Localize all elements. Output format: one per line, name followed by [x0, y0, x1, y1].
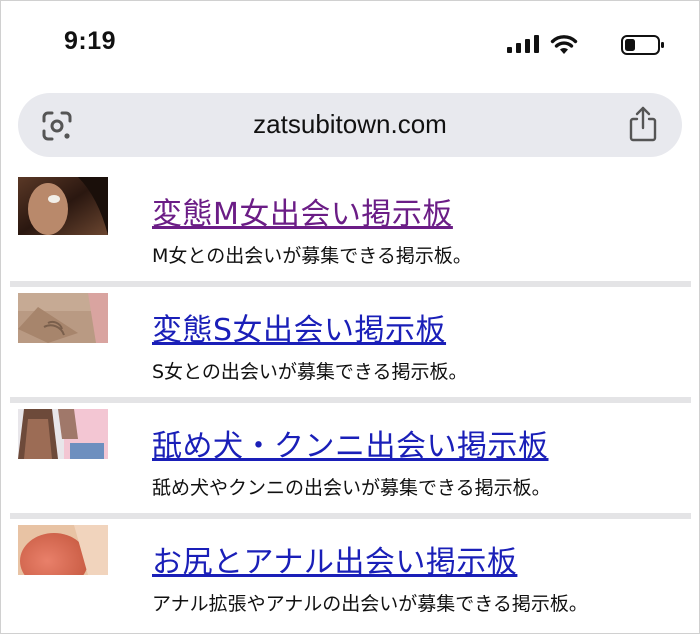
list-item: お尻とアナル出会い掲示板 アナル拡張やアナルの出会いが募集できる掲示板。 [10, 519, 691, 633]
wifi-icon [550, 35, 578, 54]
status-icons [505, 33, 665, 57]
thumbnail-image[interactable] [18, 293, 108, 343]
board-description: 舐め犬やクンニの出会いが募集できる掲示板。 [152, 477, 551, 499]
list-item: 変態S女出会い掲示板 S女との出会いが募集できる掲示板。 [10, 287, 691, 397]
board-link-anal[interactable]: お尻とアナル出会い掲示板 [152, 537, 517, 581]
board-link-m-woman[interactable]: 変態M女出会い掲示板 [152, 189, 453, 233]
board-link-s-woman[interactable]: 変態S女出会い掲示板 [152, 305, 446, 349]
url-text[interactable]: zatsubitown.com [18, 109, 682, 140]
battery-icon [621, 35, 664, 55]
list-item: 舐め犬・クンニ出会い掲示板 舐め犬やクンニの出会いが募集できる掲示板。 [10, 403, 691, 513]
thumbnail-image[interactable] [18, 525, 108, 575]
board-link-licking-dog[interactable]: 舐め犬・クンニ出会い掲示板 [152, 421, 549, 465]
board-description: アナル拡張やアナルの出会いが募集できる掲示板。 [152, 593, 588, 615]
board-list: 変態M女出会い掲示板 M女との出会いが募集できる掲示板。 変態S女出会い掲示板 … [10, 177, 691, 633]
share-icon[interactable] [628, 105, 658, 143]
status-time: 9:19 [64, 27, 117, 55]
cellular-signal-icon [507, 35, 539, 53]
address-bar[interactable]: zatsubitown.com [18, 93, 682, 157]
thumbnail-image[interactable] [18, 409, 108, 459]
list-item: 変態M女出会い掲示板 M女との出会いが募集できる掲示板。 [10, 177, 691, 281]
thumbnail-image[interactable] [18, 177, 108, 235]
board-description: M女との出会いが募集できる掲示板。 [152, 245, 472, 267]
board-description: S女との出会いが募集できる掲示板。 [152, 361, 468, 383]
phone-screen: 9:19 zatsubitown.com 変態M女出会い掲示板 M女との出会いが… [0, 0, 700, 634]
